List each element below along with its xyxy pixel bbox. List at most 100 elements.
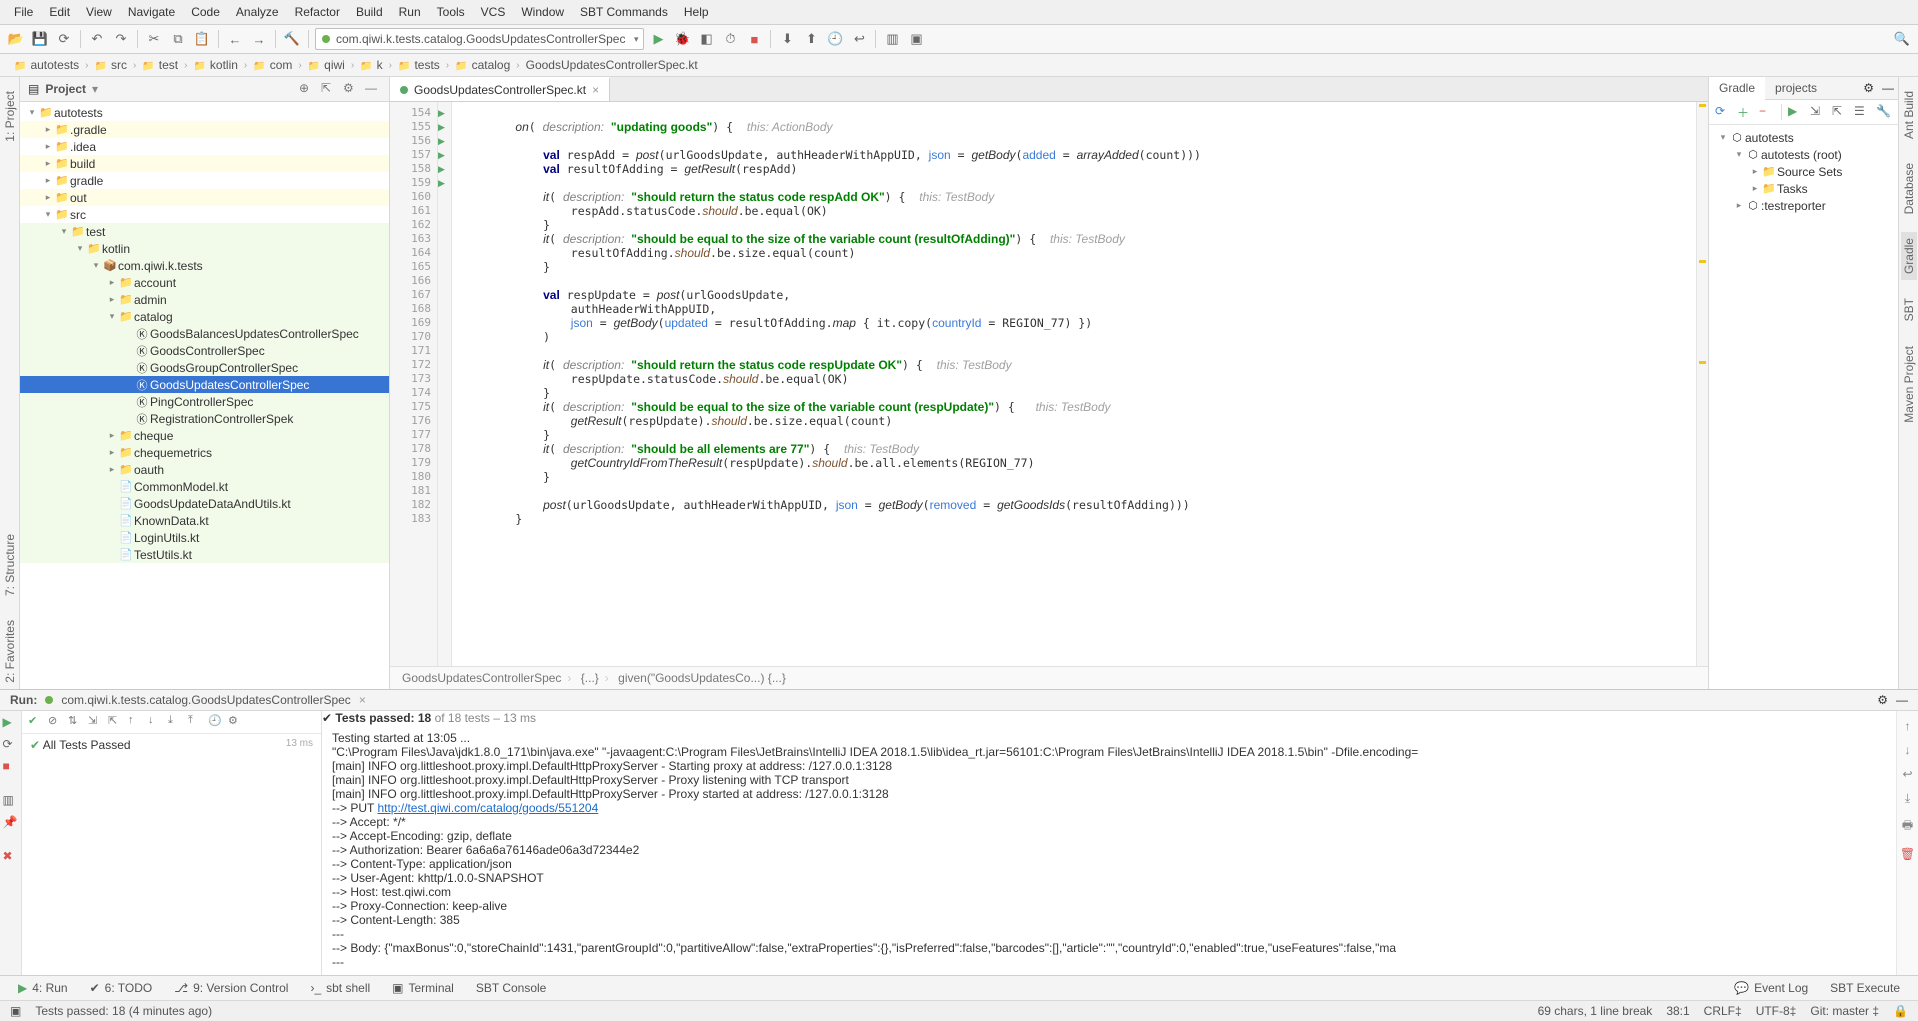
prev-icon[interactable]: ↑ [128,714,144,730]
down-arrow-icon[interactable]: ↓ [1905,743,1911,757]
print-icon[interactable]: 🖶 [1902,816,1913,837]
tree-row[interactable]: ⓀGoodsGroupControllerSpec [20,359,389,376]
profile-icon[interactable]: ⏱ [720,29,740,49]
tree-row[interactable]: ▾📦com.qiwi.k.tests [20,257,389,274]
console-output[interactable]: Testing started at 13:05 ..."C:\Program … [322,725,1896,975]
gradle-run-icon[interactable]: ▶ [1788,104,1804,120]
tree-row[interactable]: ▾📁autotests [20,104,389,121]
next-icon[interactable]: ↓ [148,714,164,730]
show-ignored-icon[interactable]: ⊘ [48,714,64,730]
forward-icon[interactable]: → [249,29,269,49]
tab-terminal[interactable]: ▣Terminal [382,978,464,998]
breadcrumb-item[interactable]: com [249,57,296,73]
breadcrumb-item[interactable]: catalog [451,57,514,73]
undo-icon[interactable]: ↶ [87,29,107,49]
tree-row[interactable]: ⓀRegistrationControllerSpek [20,410,389,427]
gradle-tree-row[interactable]: ▾⬡autotests [1713,129,1894,146]
breadcrumb-item[interactable]: autotests [10,57,83,73]
layout-icon[interactable]: ▥ [3,793,19,809]
close-run-tab-icon[interactable]: × [359,693,366,707]
tab-gradle[interactable]: Gradle [1709,77,1765,100]
menu-item[interactable]: Refactor [289,3,346,21]
search-icon[interactable]: 🔍 [1892,29,1912,49]
tool-tab-ant[interactable]: Ant Build [1901,85,1917,145]
menu-item[interactable]: Navigate [122,3,181,21]
run-marker-gutter[interactable]: ▶ ▶ ▶ ▶ ▶ ▶ [438,102,452,666]
close-tab-icon[interactable]: × [592,83,599,97]
breadcrumb-item[interactable]: tests [394,57,444,73]
gradle-tree-row[interactable]: ▸📁Source Sets [1713,163,1894,180]
nav-breadcrumb[interactable]: autotests›src›test›kotlin›com›qiwi›k›tes… [0,54,1918,77]
breadcrumb-item[interactable]: k [356,57,386,73]
tree-row[interactable]: ▸📁out [20,189,389,206]
paste-icon[interactable]: 📋 [192,29,212,49]
gradle-tree-row[interactable]: ▾⬡autotests (root) [1713,146,1894,163]
rerun-icon[interactable]: ▶ [3,715,19,731]
tab-sbt-console[interactable]: SBT Console [466,978,556,998]
toggle-tool-windows-icon[interactable]: ▣ [10,1004,21,1018]
copy-icon[interactable]: ⧉ [168,29,188,49]
menu-item[interactable]: Tools [431,3,471,21]
run-hide-icon[interactable]: — [1896,693,1908,707]
tree-row[interactable]: ▸📁cheque [20,427,389,444]
save-icon[interactable]: 💾 [30,29,50,49]
menu-item[interactable]: Edit [43,3,76,21]
toggle-autotest-icon[interactable]: ⟳ [3,737,19,753]
pin-icon[interactable]: 📌 [3,815,19,831]
breadcrumb-item[interactable]: kotlin [189,57,241,73]
tab-sbt-execute[interactable]: SBT Execute [1820,978,1910,998]
scroll-end-icon[interactable]: ⤓ [1905,791,1910,806]
build-icon[interactable]: 🔨 [282,29,302,49]
code-editor[interactable]: on( description: "updating goods") { thi… [452,102,1696,666]
breadcrumb-item[interactable]: test [138,57,182,73]
tree-row[interactable]: ▾📁catalog [20,308,389,325]
import-icon[interactable]: ⤒ [188,714,204,730]
tree-row[interactable]: ▸📁admin [20,291,389,308]
sort-icon[interactable]: ⇅ [68,714,84,730]
vcs-revert-icon[interactable]: ↩ [849,29,869,49]
menu-item[interactable]: File [8,3,39,21]
gradle-tree-row[interactable]: ▸⬡:testreporter [1713,197,1894,214]
tab-run[interactable]: ▶4: Run [8,978,78,998]
locate-icon[interactable]: ⊕ [299,81,315,97]
settings-icon[interactable]: ⚙ [343,81,359,97]
status-git[interactable]: Git: master ‡ [1810,1004,1879,1018]
gradle-expand-icon[interactable]: ⇲ [1810,104,1826,120]
editor-tab[interactable]: GoodsUpdatesControllerSpec.kt × [390,77,610,101]
tool-tab-structure[interactable]: 7: Structure [2,528,18,602]
tab-todo[interactable]: ✔6: TODO [80,978,163,998]
tree-row[interactable]: ⓀGoodsUpdatesControllerSpec [20,376,389,393]
export-icon[interactable]: ⤓ [168,714,184,730]
tree-row[interactable]: ▸📁gradle [20,172,389,189]
project-structure-icon[interactable]: ▥ [882,29,902,49]
tree-row[interactable]: ⓀPingControllerSpec [20,393,389,410]
menu-item[interactable]: Build [350,3,389,21]
collapse-all-icon[interactable]: ⇱ [108,714,124,730]
menu-item[interactable]: Run [393,3,427,21]
open-icon[interactable]: 📂 [6,29,26,49]
tab-sbt-shell[interactable]: ›_sbt shell [300,978,380,998]
tool-tab-gradle[interactable]: Gradle [1901,232,1917,280]
tree-row[interactable]: ▾📁test [20,223,389,240]
up-arrow-icon[interactable]: ↑ [1905,719,1911,733]
collapse-icon[interactable]: ⇱ [321,81,337,97]
hide-icon[interactable]: — [365,81,381,97]
gradle-attach-icon[interactable]: ＋ [1737,104,1753,120]
tree-row[interactable]: 📄TestUtils.kt [20,546,389,563]
status-position[interactable]: 38:1 [1666,1004,1689,1018]
tool-tab-sbt[interactable]: SBT [1901,292,1917,327]
gradle-collapse-icon[interactable]: ⇱ [1832,104,1848,120]
gradle-tree[interactable]: ▾⬡autotests▾⬡autotests (root)▸📁Source Se… [1709,125,1898,689]
tree-row[interactable]: ▸📁account [20,274,389,291]
show-passed-icon[interactable]: ✔ [28,714,44,730]
tree-row[interactable]: ▾📁src [20,206,389,223]
line-number-gutter[interactable]: 154 155 156 157 158 159 160 161 162 163 … [390,102,438,666]
tree-row[interactable]: ▸📁oauth [20,461,389,478]
coverage-icon[interactable]: ◧ [696,29,716,49]
expand-all-icon[interactable]: ⇲ [88,714,104,730]
test-settings-icon[interactable]: ⚙ [228,714,244,730]
tree-row[interactable]: ▸📁.idea [20,138,389,155]
tool-tab-maven[interactable]: Maven Project [1901,340,1917,429]
status-encoding[interactable]: UTF-8‡ [1756,1004,1797,1018]
clear-icon[interactable]: 🗑 [1900,847,1915,861]
